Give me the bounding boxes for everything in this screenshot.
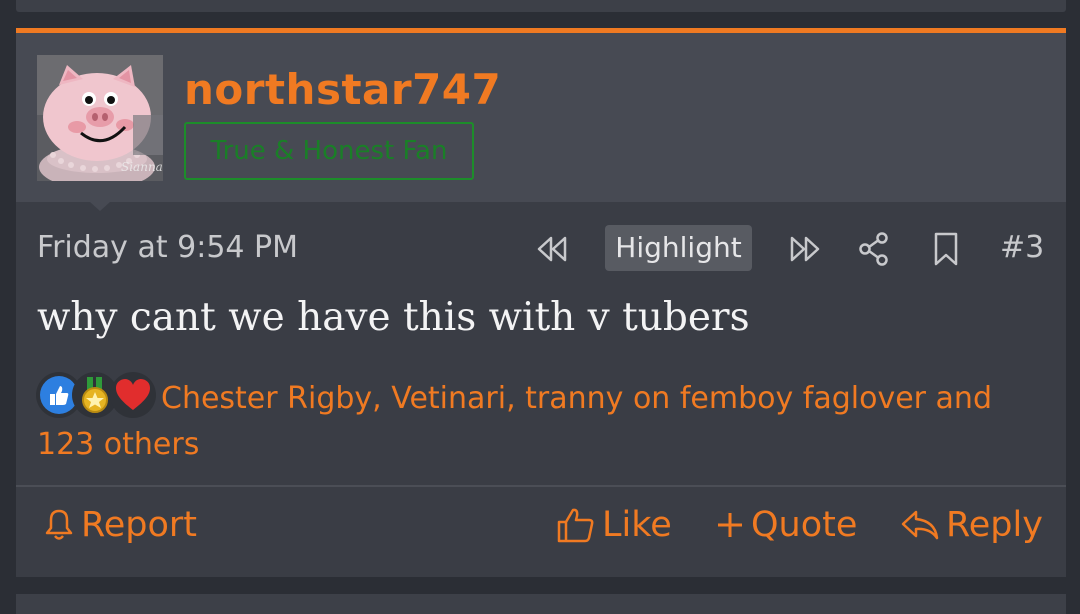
previous-post-card [16,0,1066,12]
avatar-watermark: Sianna [121,160,163,174]
reaction-user-link[interactable]: Chester Rigby [161,381,372,416]
bell-icon [45,509,73,540]
reaction-users: Chester Rigby, Vetinari, tranny on fembo… [37,381,992,462]
reaction-user-link[interactable]: tranny on femboy faglover [525,381,926,416]
thumbs-up-icon [557,508,594,543]
reply-icon [901,510,939,540]
post-number-link[interactable]: #3 [1000,230,1044,265]
username-link[interactable]: northstar747 [184,65,501,114]
reply-label: Reply [946,505,1043,545]
post-footer-divider [16,485,1066,487]
plus-icon [718,513,742,537]
header-caret [90,202,110,211]
bookmark-button[interactable] [929,229,963,269]
reaction-others-link[interactable]: 123 others [37,427,199,462]
pig-cake-avatar-image: Sianna [37,55,163,181]
post-user-header: Sianna northstar747 True & Honest Fan [16,33,1066,202]
like-label: Like [602,505,672,545]
post-message: why cant we have this with v tubers [37,295,750,340]
post-card: Sianna northstar747 True & Honest Fan Fr… [16,28,1066,577]
rewind-icon [537,236,567,262]
share-icon [859,232,888,266]
fast-forward-icon [790,236,820,262]
highlight-button[interactable]: Highlight [605,225,752,271]
like-button[interactable]: Like [556,500,672,550]
reply-button[interactable]: Reply [900,500,1043,550]
next-post-card [16,594,1066,614]
report-button[interactable]: Report [43,500,197,550]
quote-label: Quote [751,505,858,545]
quote-button[interactable]: Quote [715,500,857,550]
jump-prev-highlight-button[interactable] [533,231,571,267]
reaction-user-link[interactable]: Vetinari [391,381,506,416]
jump-next-highlight-button[interactable] [786,231,824,267]
post-date-link[interactable]: Friday at 9:54 PM [37,230,298,265]
share-button[interactable] [856,229,892,269]
user-title-badge: True & Honest Fan [184,122,474,180]
avatar[interactable]: Sianna [37,55,163,181]
report-label: Report [81,505,198,545]
bookmark-icon [934,232,958,266]
